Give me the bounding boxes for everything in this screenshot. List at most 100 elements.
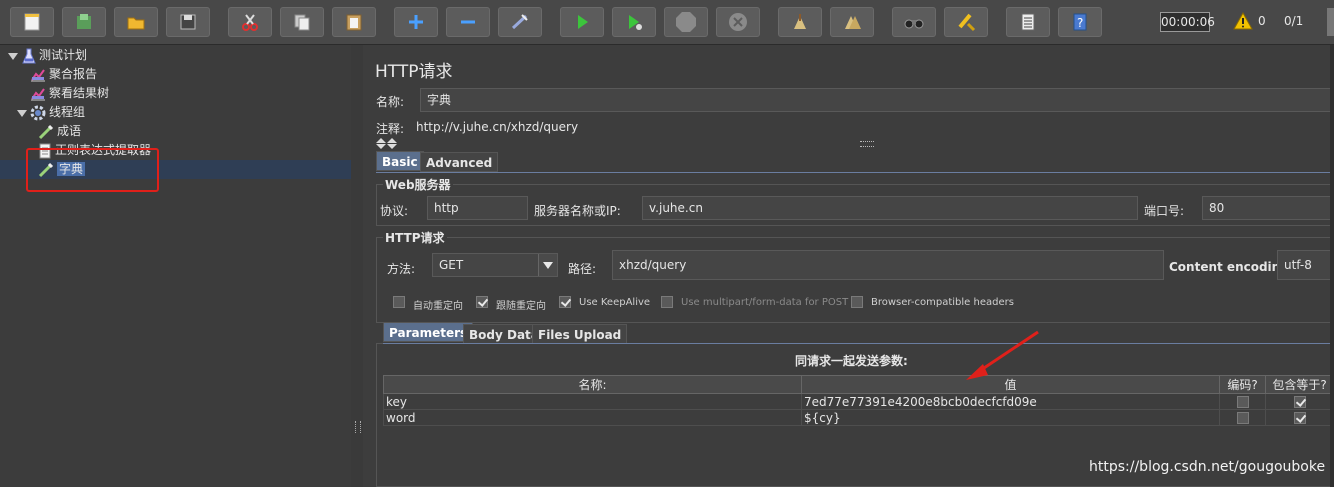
collapse-button[interactable] xyxy=(446,7,490,37)
tree-item-label: 线程组 xyxy=(49,105,86,119)
keepalive-checkbox[interactable] xyxy=(559,296,571,308)
path-field[interactable]: xhzd/query xyxy=(612,250,1164,280)
tree-item-thread-group[interactable]: 线程组 xyxy=(30,103,85,121)
warning-icon[interactable] xyxy=(1233,12,1253,30)
encoding-field[interactable]: utf-8 xyxy=(1277,250,1334,280)
browser-headers-checkbox[interactable] xyxy=(851,296,863,308)
expand-button[interactable] xyxy=(394,7,438,37)
tree-item-idiom-sampler[interactable]: 成语 xyxy=(38,122,81,140)
comment-label: 注释: xyxy=(376,122,405,136)
tree-item-label: 成语 xyxy=(57,124,82,138)
clear-all-button[interactable] xyxy=(830,7,874,37)
stop-icon xyxy=(676,12,696,32)
browser-headers-label: Browser-compatible headers xyxy=(871,297,1014,308)
server-label: 服务器名称或IP: xyxy=(534,204,621,218)
templates-button[interactable] xyxy=(62,7,106,37)
web-server-title: Web服务器 xyxy=(383,176,453,193)
multipart-checkbox[interactable] xyxy=(661,296,673,308)
pipette-icon xyxy=(38,124,54,139)
watermark: https://blog.csdn.net/gougouboke xyxy=(1089,459,1326,475)
disk-icon xyxy=(180,14,196,30)
start-button[interactable] xyxy=(560,7,604,37)
http-request-title: HTTP请求 xyxy=(383,229,447,246)
stop-button[interactable] xyxy=(664,7,708,37)
chevron-down-icon[interactable] xyxy=(538,254,557,276)
parameters-table: 名称: 值 编码? 包含等于? key 7ed77e77391e4200e8bc… xyxy=(383,375,1334,426)
param-value-cell[interactable]: ${cy} xyxy=(801,409,1220,426)
expand-toggle-icon[interactable] xyxy=(8,53,18,60)
table-row[interactable]: word ${cy} xyxy=(383,409,1334,426)
plus-icon xyxy=(409,15,423,29)
elapsed-time: 00:00:06 xyxy=(1160,12,1215,32)
tree-item-results-tree[interactable]: 察看结果树 xyxy=(30,84,109,102)
paste-button[interactable] xyxy=(332,7,376,37)
table-row[interactable]: key 7ed77e77391e4200e8bcb0decfcfd09e xyxy=(383,393,1334,410)
tab-parameters[interactable]: Parameters xyxy=(383,322,474,342)
shutdown-button[interactable] xyxy=(716,7,760,37)
toggle-button[interactable] xyxy=(498,7,542,37)
param-name-cell[interactable]: word xyxy=(383,409,802,426)
tab-advanced[interactable]: Advanced xyxy=(420,152,499,172)
error-count: 0 xyxy=(1258,14,1266,28)
scissors-icon xyxy=(242,14,258,31)
comment-field[interactable]: http://v.juhe.cn/xhzd/query xyxy=(410,118,1310,136)
reset-search-button[interactable] xyxy=(944,7,988,37)
broom-icon xyxy=(794,14,806,29)
port-field[interactable]: 80 xyxy=(1202,196,1334,220)
port-label: 端口号: xyxy=(1144,204,1185,218)
keepalive-label: Use KeepAlive xyxy=(579,297,651,308)
tree-item-aggregate-report[interactable]: 聚合报告 xyxy=(30,65,97,83)
encode-checkbox[interactable] xyxy=(1236,396,1249,408)
column-header-name[interactable]: 名称: xyxy=(383,375,802,394)
tab-basic[interactable]: Basic xyxy=(376,151,424,171)
tree-item-label: 测试计划 xyxy=(39,48,88,62)
splitter-grip[interactable] xyxy=(355,421,361,433)
divider-grip[interactable] xyxy=(860,141,874,147)
follow-redirect-checkbox[interactable] xyxy=(476,296,488,308)
annotation-highlight-box xyxy=(26,148,159,192)
include-equals-checkbox[interactable] xyxy=(1293,412,1306,424)
cut-button[interactable] xyxy=(228,7,272,37)
http-request-panel: HTTP请求 名称: 字典 注释: http://v.juhe.cn/xhzd/… xyxy=(363,45,1334,487)
method-select[interactable]: GET xyxy=(432,253,558,277)
param-encode-cell[interactable] xyxy=(1219,409,1266,426)
tree-item-test-plan[interactable]: 测试计划 xyxy=(22,46,87,64)
param-encode-cell[interactable] xyxy=(1219,393,1266,410)
help-icon: ? xyxy=(1073,13,1087,31)
encode-checkbox[interactable] xyxy=(1236,412,1249,424)
clear-button[interactable] xyxy=(778,7,822,37)
column-header-encode[interactable]: 编码? xyxy=(1219,375,1266,394)
play-no-pause-icon xyxy=(629,15,642,30)
column-header-include-equals[interactable]: 包含等于? xyxy=(1265,375,1334,394)
encoding-label: Content encoding: xyxy=(1169,260,1294,274)
list-icon xyxy=(1021,13,1035,31)
copy-button[interactable] xyxy=(280,7,324,37)
search-button[interactable] xyxy=(892,7,936,37)
start-no-pauses-button[interactable] xyxy=(612,7,656,37)
path-label: 路径: xyxy=(568,262,597,276)
server-field[interactable]: v.juhe.cn xyxy=(642,196,1138,220)
param-include-equals-cell[interactable] xyxy=(1265,409,1334,426)
toolbar-scroll-handle[interactable] xyxy=(1327,8,1334,36)
test-plan-tree: 测试计划 聚合报告 察看结果树 线程组 成语 正则表达式提取器 字典 xyxy=(0,45,352,487)
expand-toggle-icon[interactable] xyxy=(17,110,27,117)
open-button[interactable] xyxy=(114,7,158,37)
protocol-label: 协议: xyxy=(380,204,409,218)
param-value-cell[interactable]: 7ed77e77391e4200e8bcb0decfcfd09e xyxy=(801,393,1220,410)
help-button[interactable]: ? xyxy=(1058,7,1102,37)
thread-count: 0/1 xyxy=(1284,14,1304,28)
svg-text:?: ? xyxy=(1077,16,1083,30)
name-field[interactable]: 字典 xyxy=(420,88,1334,112)
new-button[interactable] xyxy=(10,7,54,37)
tree-item-label: 聚合报告 xyxy=(49,67,98,81)
protocol-field[interactable]: http xyxy=(427,196,528,220)
include-equals-checkbox[interactable] xyxy=(1293,396,1306,408)
right-scrollbar[interactable] xyxy=(1330,45,1334,487)
function-helper-button[interactable] xyxy=(1006,7,1050,37)
param-include-equals-cell[interactable] xyxy=(1265,393,1334,410)
param-name-cell[interactable]: key xyxy=(383,393,802,410)
save-button[interactable] xyxy=(166,7,210,37)
shutdown-icon xyxy=(729,13,747,31)
auto-redirect-checkbox[interactable] xyxy=(393,296,405,308)
tab-files-upload[interactable]: Files Upload xyxy=(532,324,628,344)
